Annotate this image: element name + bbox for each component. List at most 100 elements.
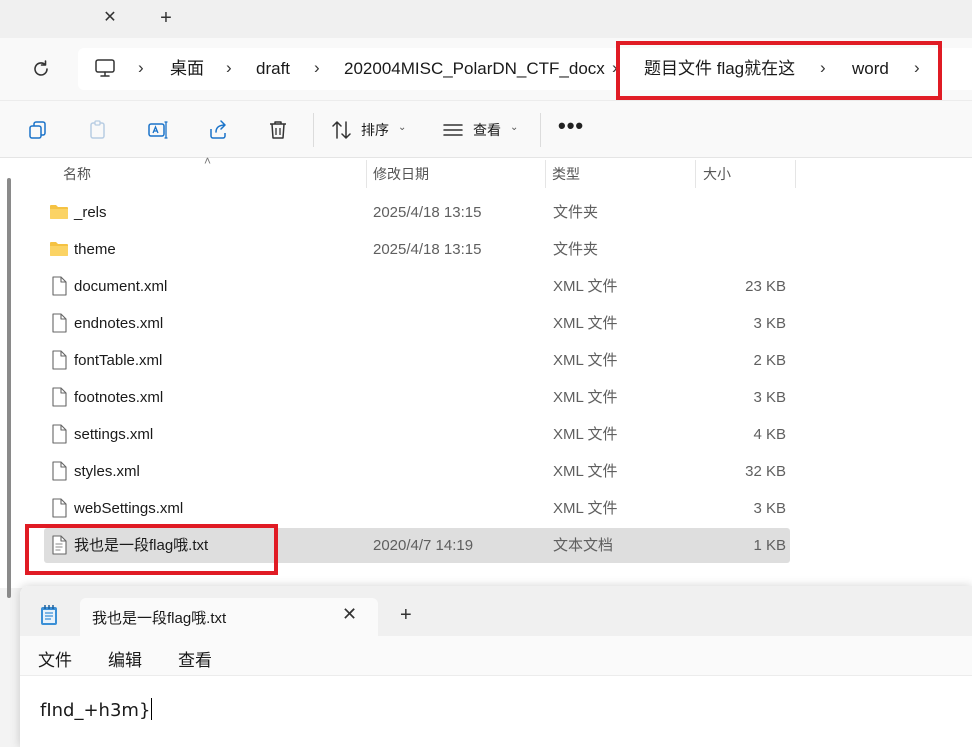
sort-button[interactable]: 排序 [361, 120, 389, 140]
breadcrumb-highlight-annotation [616, 41, 942, 100]
share-icon[interactable] [207, 119, 229, 141]
text-cursor [151, 698, 153, 720]
notepad-new-tab-button[interactable]: + [400, 604, 412, 627]
file-size [686, 232, 786, 267]
column-size[interactable]: 大小 [703, 158, 731, 190]
file-size: 3 KB [753, 389, 786, 406]
toolbar-divider [313, 113, 314, 147]
file-icon [52, 350, 67, 370]
explorer-tab-strip: ✕ + [0, 0, 972, 38]
tab-close-button[interactable]: ✕ [100, 8, 120, 28]
file-icon [52, 461, 67, 481]
view-icon[interactable] [442, 119, 464, 141]
notepad-tab-bar: 我也是一段flag哦.txt ✕ + [20, 586, 972, 636]
file-type: XML 文件 [553, 389, 618, 406]
file-size: 3 KB [753, 500, 786, 517]
notepad-tab-close-button[interactable]: ✕ [342, 604, 357, 625]
file-modified: 2025/4/18 13:15 [373, 204, 482, 221]
file-type: XML 文件 [553, 426, 618, 443]
file-modified: 2020/4/7 14:19 [373, 537, 474, 554]
breadcrumb-item-desktop[interactable]: 桌面 [170, 48, 204, 90]
column-divider[interactable] [366, 160, 367, 188]
file-type: XML 文件 [553, 352, 618, 369]
more-options-button[interactable]: ••• [558, 113, 584, 139]
file-name: _rels [74, 204, 107, 221]
breadcrumb-item-draft[interactable]: draft [256, 48, 290, 90]
breadcrumb-separator-icon[interactable]: › [314, 48, 320, 90]
file-type: XML 文件 [553, 278, 618, 295]
file-icon [52, 498, 67, 518]
file-type: XML 文件 [553, 500, 618, 517]
selected-file-highlight-annotation [25, 524, 278, 575]
breadcrumb-separator-icon[interactable]: › [138, 48, 144, 90]
file-icon [52, 424, 67, 444]
notepad-tab-title: 我也是一段flag哦.txt [92, 610, 227, 627]
file-row[interactable]: document.xml XML 文件 23 KB [44, 269, 790, 304]
notepad-text-area[interactable]: fInd_+h3m} [40, 698, 153, 721]
file-type: XML 文件 [553, 315, 618, 332]
file-icon [52, 276, 67, 296]
menu-view[interactable]: 查看 [178, 646, 212, 671]
file-name: endnotes.xml [74, 315, 164, 332]
file-row[interactable]: styles.xml XML 文件 32 KB [44, 454, 790, 489]
notepad-text: fInd_+h3m} [40, 700, 151, 721]
chevron-down-icon[interactable]: ⌄ [510, 122, 518, 133]
file-icon [52, 313, 67, 333]
notepad-menu-bar: 文件 编辑 查看 [20, 636, 972, 676]
column-divider[interactable] [795, 160, 796, 188]
file-size: 1 KB [753, 537, 786, 554]
column-header: ˄ 名称 修改日期 类型 大小 [0, 154, 972, 190]
menu-file[interactable]: 文件 [38, 646, 72, 671]
sort-ascending-icon: ˄ [204, 154, 212, 168]
file-size [686, 195, 786, 230]
file-row[interactable]: theme 2025/4/18 13:15 文件夹 [44, 232, 790, 267]
column-modified[interactable]: 修改日期 [373, 158, 429, 190]
menu-edit[interactable]: 编辑 [108, 646, 142, 671]
delete-icon[interactable] [267, 119, 289, 141]
rename-icon[interactable] [147, 119, 169, 141]
file-modified: 2025/4/18 13:15 [373, 241, 482, 258]
new-tab-button[interactable]: + [156, 7, 176, 29]
file-row[interactable]: endnotes.xml XML 文件 3 KB [44, 306, 790, 341]
chevron-down-icon[interactable]: ⌄ [398, 122, 406, 133]
breadcrumb-separator-icon[interactable]: › [226, 48, 232, 90]
notepad-window: 我也是一段flag哦.txt ✕ + 文件 编辑 查看 fInd_+h3m} [20, 586, 972, 747]
column-divider[interactable] [695, 160, 696, 188]
folder-icon [50, 242, 68, 256]
file-name: styles.xml [74, 463, 140, 480]
refresh-icon[interactable] [30, 58, 52, 80]
folder-icon [50, 205, 68, 219]
breadcrumb-item-docx-folder[interactable]: 202004MISC_PolarDN_CTF_docx [344, 48, 605, 90]
column-type[interactable]: 类型 [552, 158, 580, 190]
file-row[interactable]: fontTable.xml XML 文件 2 KB [44, 343, 790, 378]
file-name: settings.xml [74, 426, 154, 443]
file-size: 3 KB [753, 315, 786, 332]
file-row[interactable]: settings.xml XML 文件 4 KB [44, 417, 790, 452]
command-bar: 排序 ⌄ 查看 ⌄ ••• [0, 100, 972, 158]
column-name[interactable]: 名称 [63, 158, 91, 190]
file-size: 2 KB [753, 352, 786, 369]
file-name: footnotes.xml [74, 389, 164, 406]
column-divider[interactable] [545, 160, 546, 188]
this-pc-icon[interactable] [94, 57, 116, 79]
scrollbar[interactable] [7, 178, 11, 598]
file-row[interactable]: webSettings.xml XML 文件 3 KB [44, 491, 790, 526]
file-type: 文本文档 [553, 537, 614, 554]
file-name: webSettings.xml [74, 500, 184, 517]
file-name: fontTable.xml [74, 352, 163, 369]
file-row[interactable]: footnotes.xml XML 文件 3 KB [44, 380, 790, 415]
file-type: 文件夹 [553, 241, 599, 258]
file-icon [52, 387, 67, 407]
view-button[interactable]: 查看 [473, 120, 501, 140]
file-name: document.xml [74, 278, 168, 295]
notepad-tab[interactable]: 我也是一段flag哦.txt ✕ [80, 598, 378, 636]
copy-icon[interactable] [27, 119, 49, 141]
sort-icon[interactable] [331, 119, 353, 141]
file-row[interactable]: _rels 2025/4/18 13:15 文件夹 [44, 195, 790, 230]
paste-icon [90, 120, 105, 139]
notepad-app-icon [41, 605, 57, 625]
file-name: theme [74, 241, 116, 258]
file-type: XML 文件 [553, 463, 618, 480]
file-size: 23 KB [745, 278, 786, 295]
file-size: 4 KB [753, 426, 786, 443]
